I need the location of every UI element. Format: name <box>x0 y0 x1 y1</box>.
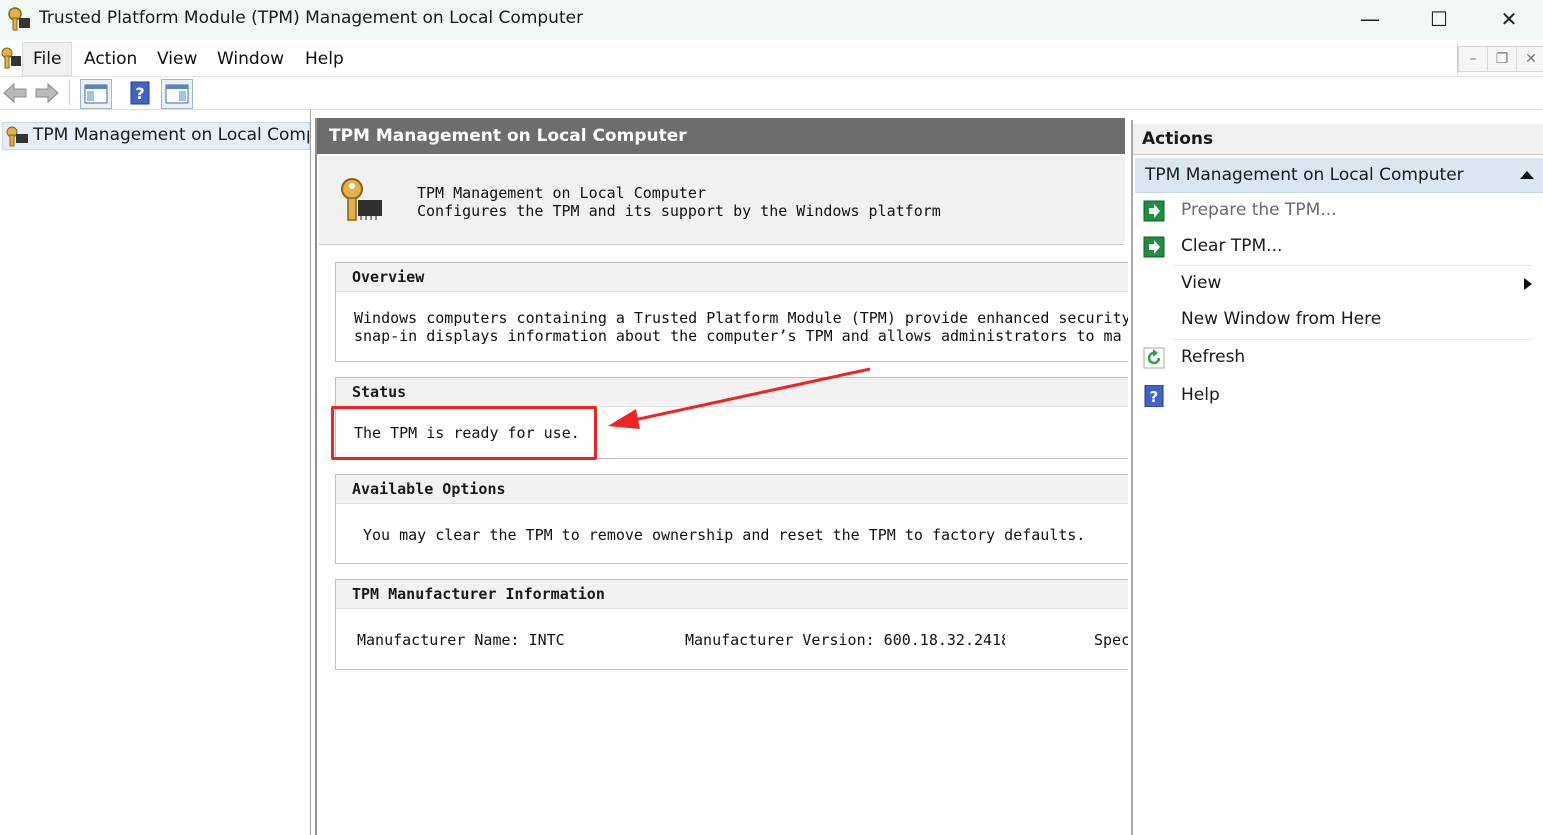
green-arrow-icon <box>1143 200 1165 222</box>
results-header-title: TPM Management on Local Computer <box>329 126 687 146</box>
console-tree-icon <box>84 84 108 104</box>
child-minimize-button[interactable]: – <box>1458 46 1488 72</box>
menu-window[interactable]: Window <box>217 49 284 69</box>
show-hide-action-pane-button[interactable] <box>161 79 193 109</box>
toolbar: ? <box>0 77 1543 110</box>
window-title: Trusted Platform Module (TPM) Management… <box>39 8 584 28</box>
title-bar: Trusted Platform Module (TPM) Management… <box>0 0 1543 40</box>
refresh-icon <box>1143 347 1165 369</box>
options-text: You may clear the TPM to remove ownershi… <box>363 526 1086 544</box>
available-options-section: Available Options You may clear the TPM … <box>335 474 1128 564</box>
actions-header: Actions <box>1133 124 1543 155</box>
manufacturer-header: TPM Manufacturer Information <box>336 580 1128 609</box>
action-label: View <box>1181 273 1222 293</box>
overview-header: Overview <box>336 263 1128 292</box>
console-tree: TPM Management on Local Compute <box>0 110 311 835</box>
app-icon <box>1 47 21 69</box>
results-header: TPM Management on Local Computer <box>317 118 1125 154</box>
action-refresh[interactable]: Refresh <box>1141 341 1537 375</box>
toolbar-separator <box>69 81 70 105</box>
action-view[interactable]: View <box>1141 267 1537 301</box>
child-restore-button[interactable]: ❐ <box>1487 46 1517 72</box>
help-icon: ? <box>130 81 150 105</box>
menu-help[interactable]: Help <box>305 49 344 69</box>
tree-node-tpm-management[interactable]: TPM Management on Local Compute <box>2 122 310 150</box>
help-icon: ? <box>1144 385 1164 407</box>
tpm-key-icon <box>8 7 30 31</box>
options-header: Available Options <box>336 475 1128 504</box>
overview-title: Overview <box>352 268 425 286</box>
actions-group-tpm[interactable]: TPM Management on Local Computer <box>1135 158 1543 193</box>
manufacturer-title: TPM Manufacturer Information <box>352 585 605 603</box>
overview-line-2: snap-in displays information about the c… <box>354 327 1122 345</box>
snapin-name: TPM Management on Local Computer <box>417 184 706 202</box>
svg-text:?: ? <box>1150 388 1159 406</box>
actions-group-label: TPM Management on Local Computer <box>1145 165 1464 185</box>
action-new-window[interactable]: New Window from Here <box>1141 303 1537 337</box>
forward-button[interactable] <box>32 79 62 107</box>
green-arrow-icon <box>1143 236 1165 258</box>
action-help[interactable]: ? Help <box>1141 379 1537 413</box>
action-label: Help <box>1181 385 1220 405</box>
submenu-arrow-icon <box>1524 278 1532 290</box>
action-clear-tpm[interactable]: Clear TPM... <box>1141 230 1537 264</box>
manufacturer-name: Manufacturer Name: INTC <box>357 631 565 649</box>
snapin-description: TPM Management on Local Computer Configu… <box>319 156 1125 245</box>
tpm-key-icon <box>6 126 28 147</box>
action-label: New Window from Here <box>1181 309 1382 329</box>
back-arrow-icon <box>3 82 27 104</box>
actions-pane: Actions TPM Management on Local Computer… <box>1131 120 1543 835</box>
action-pane-icon <box>165 84 189 104</box>
menu-view[interactable]: View <box>157 49 197 69</box>
manufacturer-version: Manufacturer Version: 600.18.32.2418 <box>685 631 1005 649</box>
collapse-up-icon[interactable] <box>1519 169 1535 181</box>
action-label: Refresh <box>1181 347 1246 367</box>
results-pane: TPM Management on Local Computer TPM Man… <box>315 118 1128 835</box>
options-title: Available Options <box>352 480 506 498</box>
svg-text:?: ? <box>135 84 144 103</box>
maximize-button[interactable]: ☐ <box>1404 0 1474 38</box>
annotation-highlight-box <box>331 406 597 460</box>
menu-file[interactable]: File <box>33 49 61 69</box>
help-toolbar-button[interactable]: ? <box>125 79 155 107</box>
overview-section: Overview Windows computers containing a … <box>335 262 1128 362</box>
close-button[interactable]: ✕ <box>1474 0 1543 38</box>
tpm-chip-key-icon <box>341 178 382 221</box>
tree-node-label: TPM Management on Local Compute <box>33 125 309 145</box>
minimize-button[interactable]: — <box>1335 0 1405 38</box>
manufacturer-section: TPM Manufacturer Information Manufacture… <box>335 579 1128 670</box>
actions-separator <box>1173 265 1533 266</box>
child-close-button[interactable]: ✕ <box>1516 46 1543 72</box>
manufacturer-spec: Spec <box>1094 631 1128 649</box>
overview-line-1: Windows computers containing a Trusted P… <box>354 309 1128 327</box>
snapin-summary: Configures the TPM and its support by th… <box>417 202 941 220</box>
action-label: Prepare the TPM... <box>1181 200 1337 220</box>
menu-bar: File Action View Window Help – ❐ ✕ <box>0 40 1543 77</box>
action-label: Clear TPM... <box>1181 236 1283 256</box>
show-hide-console-tree-button[interactable] <box>80 79 112 109</box>
status-title: Status <box>352 383 407 401</box>
action-prepare-tpm[interactable]: Prepare the TPM... <box>1141 194 1537 228</box>
actions-title: Actions <box>1142 129 1214 149</box>
actions-separator <box>1173 339 1533 340</box>
forward-arrow-icon <box>35 82 59 104</box>
menu-action[interactable]: Action <box>84 49 137 69</box>
annotation-arrow <box>608 367 871 429</box>
back-button[interactable] <box>0 79 30 107</box>
